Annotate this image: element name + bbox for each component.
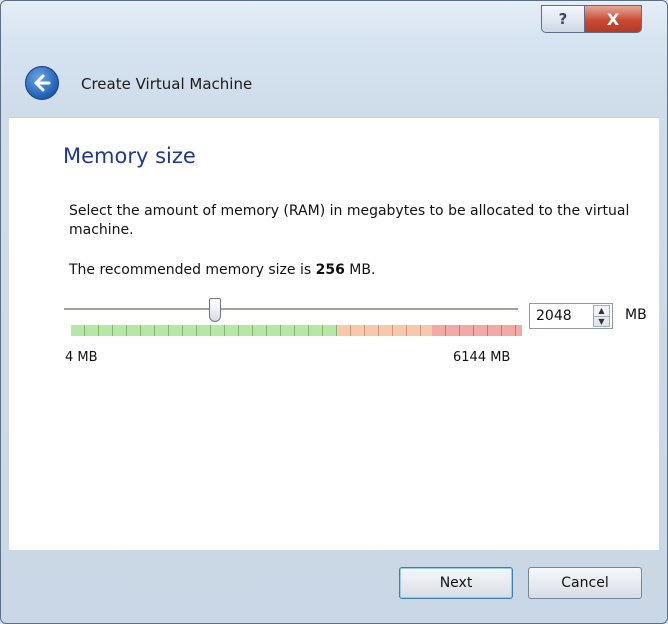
recommended-size-text: The recommended memory size is 256 MB. — [69, 262, 375, 278]
slider-max-label: 6144 MB — [453, 350, 511, 365]
cancel-button[interactable]: Cancel — [528, 567, 642, 599]
memory-scale — [71, 325, 522, 336]
wizard-title: Create Virtual Machine — [81, 75, 253, 93]
spin-down-icon[interactable]: ▼ — [594, 317, 609, 327]
scale-safe-zone — [71, 325, 338, 336]
memory-slider-track[interactable] — [64, 308, 518, 311]
slider-min-label: 4 MB — [65, 350, 98, 365]
close-button[interactable]: X — [584, 5, 642, 33]
scale-warning-zone — [337, 325, 432, 336]
recommend-prefix: The recommended memory size is — [69, 262, 316, 278]
next-button[interactable]: Next — [399, 567, 513, 599]
memory-slider-handle[interactable] — [209, 298, 222, 322]
memory-size-spinbox[interactable]: 2048 ▲ ▼ — [529, 303, 613, 329]
recommend-suffix: MB. — [344, 262, 376, 278]
spin-arrows[interactable]: ▲ ▼ — [593, 305, 610, 327]
memory-unit-label: MB — [625, 307, 647, 323]
spin-up-icon[interactable]: ▲ — [594, 306, 609, 317]
help-button[interactable]: ? — [541, 5, 585, 33]
wizard-page: Memory size Select the amount of memory … — [9, 117, 659, 550]
scale-danger-zone — [431, 325, 522, 336]
dialog-window: ? X Create Virtual Machine Memory size S… — [0, 0, 668, 624]
back-arrow-glyph — [34, 74, 51, 92]
page-title: Memory size — [63, 144, 196, 168]
page-description: Select the amount of memory (RAM) in meg… — [69, 203, 630, 238]
recommend-value: 256 — [315, 262, 345, 278]
memory-size-input[interactable]: 2048 — [530, 308, 593, 324]
back-arrow-icon[interactable] — [25, 66, 59, 100]
